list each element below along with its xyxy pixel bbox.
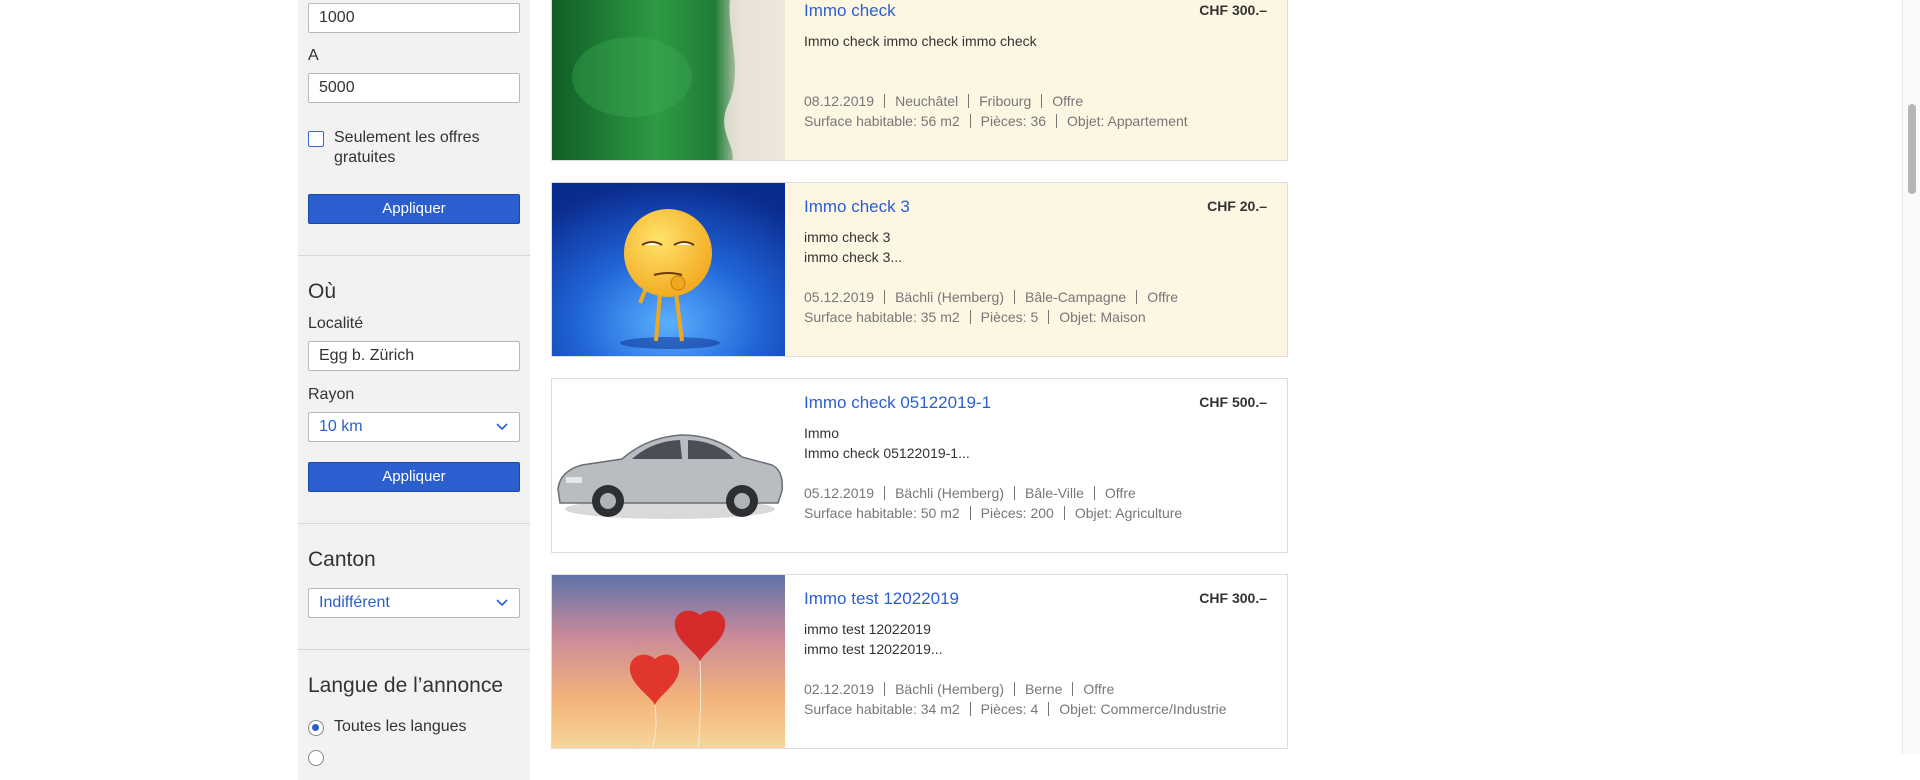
listing-details-row: Surface habitable: 35 m2 Pièces: 5 Objet: …: [804, 309, 1146, 325]
price-to-label: A: [308, 47, 319, 64]
listing-rooms: Pièces: 4: [980, 701, 1039, 717]
listing-title[interactable]: Immo check 05122019-1: [804, 393, 991, 413]
listing-image[interactable]: [552, 379, 785, 552]
listing-object: Objet: Agriculture: [1074, 505, 1183, 521]
language-all-label: Toutes les langues: [334, 718, 467, 735]
canton-value: Indifférent: [319, 594, 390, 611]
listing-surface: Surface habitable: 50 m2: [804, 505, 960, 521]
listing-image[interactable]: [552, 575, 785, 748]
listing-canton: Fribourg: [979, 93, 1032, 109]
where-heading: Où: [308, 280, 337, 303]
listing-title[interactable]: Immo check: [804, 1, 896, 21]
price-to-input[interactable]: 5000: [308, 73, 520, 103]
listing-price: CHF 500.–: [1199, 394, 1267, 410]
listing-canton: Berne: [1025, 681, 1063, 697]
language-option-radio[interactable]: [308, 750, 324, 766]
listing-card[interactable]: Immo test 12022019 CHF 300.– immo test 1…: [551, 574, 1288, 749]
listing-image[interactable]: [552, 183, 785, 356]
divider: [298, 523, 530, 524]
listing-rooms: Pièces: 36: [980, 113, 1047, 129]
description-line: immo test 12022019...: [804, 641, 943, 657]
listing-rooms: Pièces: 200: [980, 505, 1054, 521]
listing-type: Offre: [1104, 485, 1136, 501]
listing-description: Immo check immo check immo check: [804, 31, 1037, 51]
canton-select[interactable]: Indifférent: [308, 588, 520, 618]
filter-sidebar: 1000 A 5000 Seulement les offres gratuit…: [298, 0, 530, 780]
radius-select[interactable]: 10 km: [308, 412, 520, 442]
listing-canton: Bâle-Campagne: [1025, 289, 1127, 305]
description-line: Immo: [804, 425, 839, 441]
price-from-input[interactable]: 1000: [308, 3, 520, 33]
free-only-label: Seulement les offres gratuites: [334, 129, 480, 166]
listing-rooms: Pièces: 5: [980, 309, 1039, 325]
description-line: Immo check immo check immo check: [804, 33, 1037, 49]
listing-price: CHF 300.–: [1199, 2, 1267, 18]
listing-place: Bächli (Hemberg): [895, 681, 1005, 697]
chevron-down-icon: [496, 599, 508, 607]
locality-input[interactable]: Egg b. Zürich: [308, 341, 520, 371]
listing-place: Neuchâtel: [895, 93, 959, 109]
listing-date: 08.12.2019: [804, 93, 875, 109]
listing-place: Bächli (Hemberg): [895, 289, 1005, 305]
listing-type: Offre: [1052, 93, 1084, 109]
language-all-radio[interactable]: [308, 720, 324, 736]
listing-details-row: Surface habitable: 50 m2 Pièces: 200 Objet…: [804, 505, 1182, 521]
listing-card[interactable]: Immo check 05122019-1 CHF 500.– Immo Imm…: [551, 378, 1288, 553]
language-heading: Langue de l’annonce: [308, 674, 504, 697]
listing-meta-row: 08.12.2019 Neuchâtel Fribourg Offre: [804, 93, 1083, 109]
divider: [298, 255, 530, 256]
apply-location-button[interactable]: Appliquer: [308, 462, 520, 492]
radius-value: 10 km: [319, 418, 363, 435]
radius-label: Rayon: [308, 386, 355, 403]
listing-price: CHF 300.–: [1199, 590, 1267, 606]
divider: [298, 649, 530, 650]
canton-heading: Canton: [308, 548, 376, 571]
listing-surface: Surface habitable: 34 m2: [804, 701, 960, 717]
listing-date: 05.12.2019: [804, 289, 875, 305]
listing-card[interactable]: Immo check 3 CHF 20.– immo check 3 immo …: [551, 182, 1288, 357]
listing-canton: Bâle-Ville: [1025, 485, 1084, 501]
listing-surface: Surface habitable: 35 m2: [804, 309, 960, 325]
description-line: immo check 3: [804, 229, 891, 245]
scrollbar-thumb[interactable]: [1908, 104, 1916, 194]
listing-title[interactable]: Immo test 12022019: [804, 589, 959, 609]
listing-object: Objet: Maison: [1059, 309, 1146, 325]
listing-surface: Surface habitable: 56 m2: [804, 113, 960, 129]
listing-type: Offre: [1147, 289, 1179, 305]
listing-details-row: Surface habitable: 34 m2 Pièces: 4 Objet: …: [804, 701, 1227, 717]
listing-meta-row: 05.12.2019 Bächli (Hemberg) Bâle-Campagne O…: [804, 289, 1178, 305]
listing-place: Bächli (Hemberg): [895, 485, 1005, 501]
listing-description: immo check 3 immo check 3...: [804, 227, 902, 267]
apply-price-button[interactable]: Appliquer: [308, 194, 520, 224]
listing-description: Immo Immo check 05122019-1...: [804, 423, 970, 463]
listing-description: immo test 12022019 immo test 12022019...: [804, 619, 943, 659]
description-line: immo test 12022019: [804, 621, 931, 637]
listing-card[interactable]: Immo check CHF 300.– Immo check immo che…: [551, 0, 1288, 161]
listing-date: 05.12.2019: [804, 485, 875, 501]
listing-meta-row: 05.12.2019 Bächli (Hemberg) Bâle-Ville Offr…: [804, 485, 1136, 501]
listing-image[interactable]: [552, 0, 785, 160]
description-line: immo check 3...: [804, 249, 903, 265]
listing-title[interactable]: Immo check 3: [804, 197, 910, 217]
chevron-down-icon: [496, 423, 508, 431]
free-only-checkbox[interactable]: [308, 131, 324, 147]
listing-object: Objet: Appartement: [1067, 113, 1188, 129]
locality-label: Localité: [308, 315, 364, 332]
listing-meta-row: 02.12.2019 Bächli (Hemberg) Berne Offre: [804, 681, 1114, 697]
listing-type: Offre: [1083, 681, 1115, 697]
listing-price: CHF 20.–: [1207, 198, 1267, 214]
listing-object: Objet: Commerce/Industrie: [1059, 701, 1227, 717]
description-line: Immo check 05122019-1...: [804, 445, 970, 461]
listing-date: 02.12.2019: [804, 681, 875, 697]
listing-details-row: Surface habitable: 56 m2 Pièces: 36 Objet:…: [804, 113, 1188, 129]
